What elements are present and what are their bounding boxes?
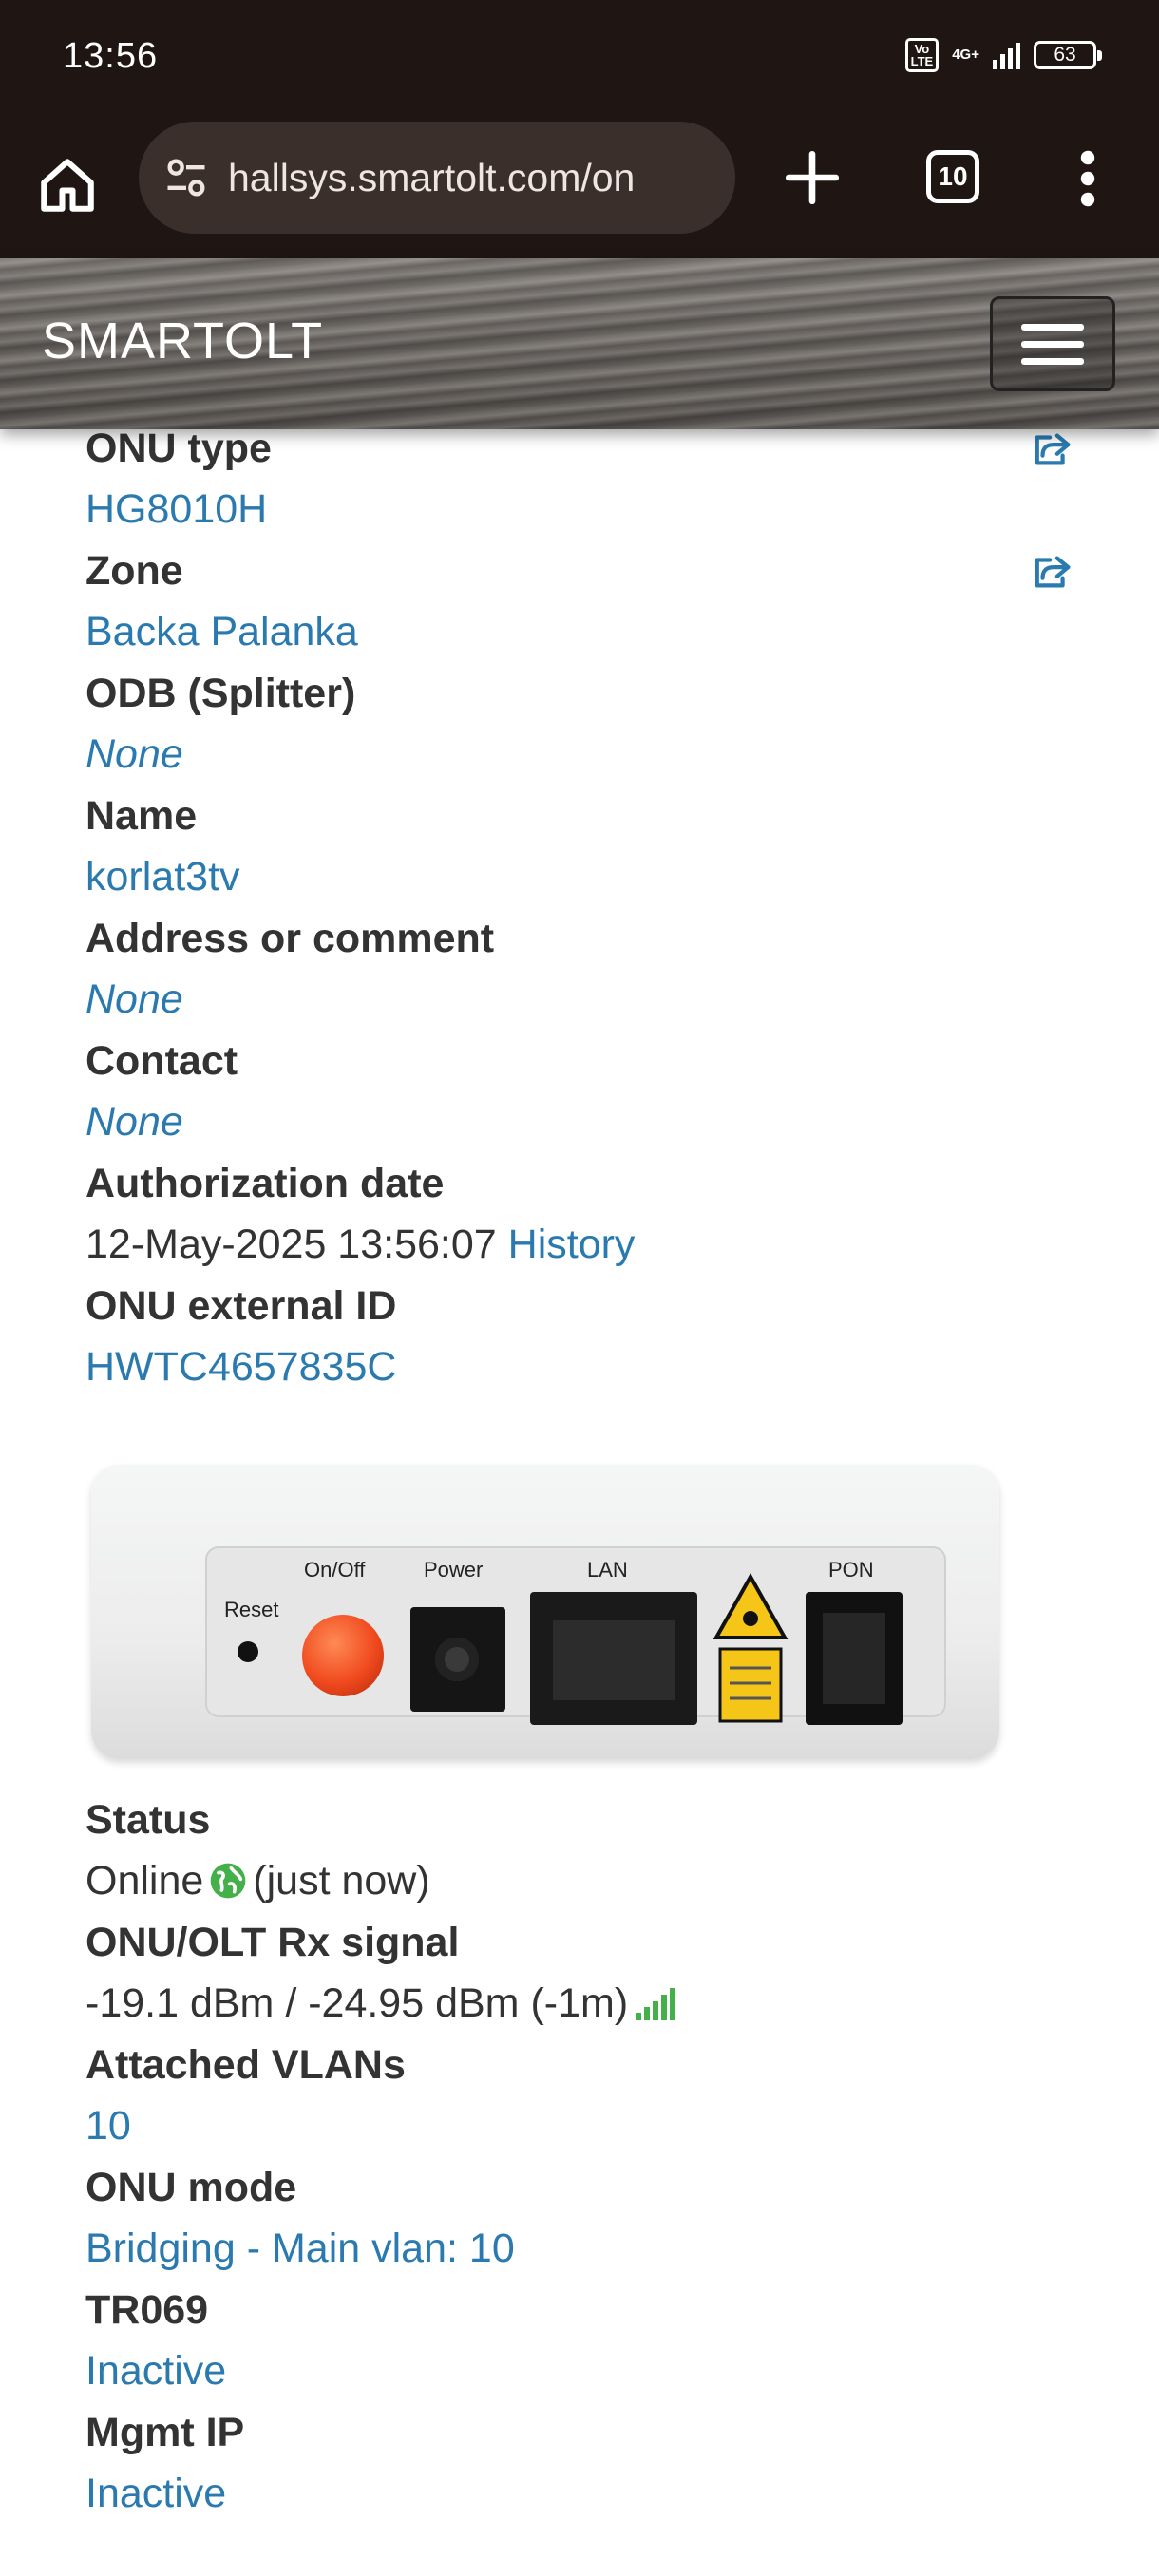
lan-port (530, 1592, 697, 1725)
field-odb: ODB (Splitter) None (86, 663, 1092, 786)
battery-icon: 63 (1034, 41, 1102, 69)
system-status-bar: 13:56 Vo LTE 4G+ 63 (0, 0, 1159, 118)
contact-link[interactable]: None (86, 1091, 1092, 1153)
name-link[interactable]: korlat3tv (86, 846, 1092, 908)
onoff-label: On/Off (304, 1558, 366, 1582)
field-label: Authorization date (86, 1161, 445, 1206)
pon-port (806, 1592, 902, 1725)
field-label: Zone (86, 548, 183, 594)
field-vlans: Attached VLANs 10 (86, 2035, 1092, 2157)
rx-signal-text: -19.1 dBm / -24.95 dBm (-1m) (86, 1980, 629, 2026)
field-zone: Zone Backa Palanka (86, 540, 1092, 663)
tabs-icon[interactable]: 10 (926, 150, 979, 203)
network-type: 4G+ (952, 47, 979, 63)
authorization-value: 12-May-2025 13:56:07 History (86, 1214, 1092, 1276)
field-rx-signal: ONU/OLT Rx signal -19.1 dBm / -24.95 dBm… (86, 1912, 1092, 2035)
field-authorization-date: Authorization date 12-May-2025 13:56:07 … (86, 1153, 1092, 1276)
history-link[interactable]: History (508, 1222, 636, 1267)
onu-device-image: Reset On/Off Power LAN PON (91, 1465, 999, 1759)
field-tr069: TR069 Inactive (86, 2280, 1092, 2402)
field-label: TR069 (86, 2287, 209, 2333)
battery-level: 63 (1054, 44, 1076, 66)
field-label: ONU external ID (86, 1283, 397, 1329)
site-navbar: SMARTOLT (0, 258, 1159, 429)
field-label: Name (86, 793, 198, 839)
globe-icon (210, 1863, 246, 1899)
address-bar[interactable]: hallsys.smartolt.com/on (139, 122, 735, 234)
power-label: Power (424, 1558, 484, 1582)
authorization-date: 12-May-2025 13:56:07 (86, 1222, 497, 1267)
field-label: ODB (Splitter) (86, 671, 356, 716)
odb-link[interactable]: None (86, 724, 1092, 786)
zone-link[interactable]: Backa Palanka (86, 601, 1092, 663)
onu-type-link[interactable]: HG8010H (86, 479, 1092, 540)
rx-signal-value: -19.1 dBm / -24.95 dBm (-1m) (86, 1973, 1092, 2035)
volte-icon: Vo LTE (904, 38, 940, 72)
tab-count: 10 (938, 161, 968, 191)
hamburger-menu-button[interactable] (990, 296, 1115, 391)
onu-details: ONU type HG8010H Zone Backa Palanka ODB … (86, 418, 1092, 2525)
plus-icon[interactable] (781, 146, 844, 209)
address-link[interactable]: None (86, 969, 1092, 1031)
browser-toolbar: hallsys.smartolt.com/on 10 (0, 118, 1159, 258)
signal-bars-icon (636, 1988, 676, 2020)
external-id-link[interactable]: HWTC4657835C (86, 1336, 1092, 1398)
field-contact: Contact None (86, 1031, 1092, 1153)
field-name: Name korlat3tv (86, 786, 1092, 908)
clock: 13:56 (63, 36, 159, 76)
share-edit-icon[interactable] (1032, 429, 1075, 467)
field-label: Status (86, 1797, 211, 1843)
field-mgmt-ip: Mgmt IP Inactive (86, 2402, 1092, 2525)
onu-mode-link[interactable]: Bridging - Main vlan: 10 (86, 2218, 1092, 2280)
pon-label: PON (828, 1558, 874, 1582)
lan-label: LAN (587, 1558, 628, 1582)
status-state: Online (86, 1858, 204, 1904)
status-when: (just now) (253, 1858, 430, 1904)
cell-signal-icon (993, 41, 1020, 69)
field-label: Address or comment (86, 916, 495, 961)
field-label: ONU/OLT Rx signal (86, 1920, 460, 1965)
laser-warning-icon (712, 1573, 788, 1723)
url-text: hallsys.smartolt.com/on (228, 155, 636, 199)
brand-logo[interactable]: SMARTOLT (42, 312, 323, 370)
home-icon[interactable] (36, 154, 99, 217)
field-label: Contact (86, 1038, 238, 1084)
tune-icon[interactable] (162, 153, 211, 202)
system-indicators: Vo LTE 4G+ 63 (904, 38, 1102, 72)
tr069-link[interactable]: Inactive (86, 2340, 1092, 2402)
field-address: Address or comment None (86, 908, 1092, 1031)
mgmt-ip-link[interactable]: Inactive (86, 2463, 1092, 2525)
vlans-link[interactable]: 10 (86, 2095, 1092, 2157)
field-onu-type: ONU type HG8010H (86, 418, 1092, 540)
power-button (302, 1615, 384, 1696)
kebab-menu-icon[interactable] (1074, 150, 1102, 207)
field-external-id: ONU external ID HWTC4657835C (86, 1276, 1092, 1398)
field-onu-mode: ONU mode Bridging - Main vlan: 10 (86, 2157, 1092, 2280)
field-label: Attached VLANs (86, 2042, 406, 2088)
field-label: ONU mode (86, 2165, 297, 2210)
share-edit-icon[interactable] (1032, 552, 1075, 590)
reset-label: Reset (224, 1598, 279, 1621)
field-status: Status Online (just now) (86, 1790, 1092, 1912)
field-label: Mgmt IP (86, 2410, 245, 2455)
status-value: Online (just now) (86, 1850, 1092, 1912)
reset-hole (238, 1641, 258, 1662)
power-jack (410, 1607, 505, 1712)
